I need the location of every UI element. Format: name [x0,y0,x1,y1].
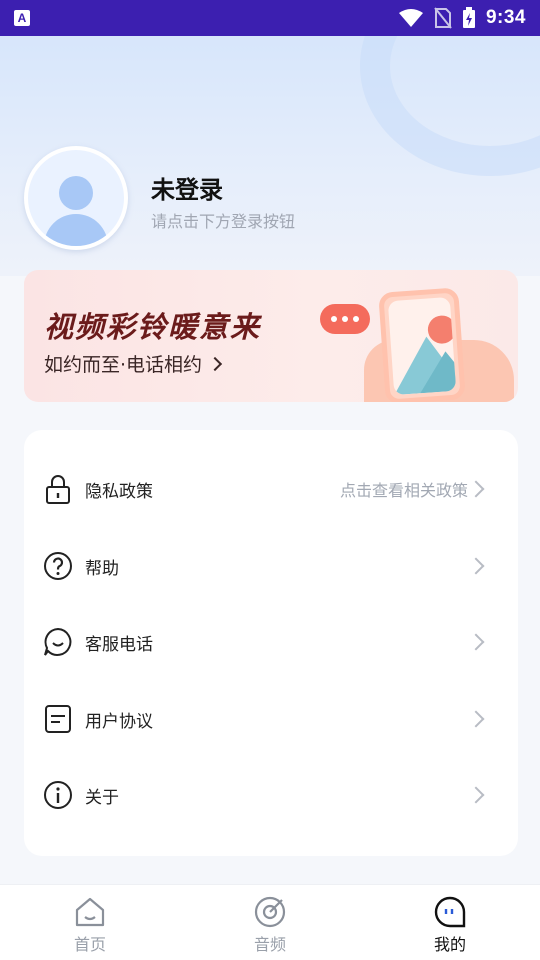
info-icon [44,781,72,809]
nav-tab-mine[interactable]: 我的 [390,891,510,957]
menu-item-label: 用户协议 [85,711,153,732]
avatar[interactable] [24,146,128,250]
profile-bubble-icon [434,896,466,928]
menu-item-label: 客服电话 [85,634,153,655]
nav-tab-label: 首页 [73,935,106,954]
app-notification-icon: A [14,10,30,26]
battery-charging-icon [462,7,475,28]
login-status-title[interactable]: 未登录 [151,170,223,205]
bottom-navigation: 首页 音频 我的 [0,884,540,960]
profile-header: 未登录 请点击下方登录按钮 [0,36,540,276]
lock-icon [46,475,70,504]
home-icon [75,897,105,927]
menu-item-label: 帮助 [85,558,119,579]
login-hint: 请点击下方登录按钮 [151,212,296,231]
chevron-right-icon [467,480,485,498]
no-sim-icon [434,7,452,29]
document-icon [45,705,71,733]
chevron-right-icon [467,786,485,804]
header-decoration [360,36,540,176]
question-icon [44,552,72,580]
chevron-right-icon [467,633,485,651]
menu-item-hint: 点击查看相关政策 [339,481,468,500]
chat-icon [44,627,72,656]
menu-item-customer-service[interactable]: 客服电话 [24,604,518,680]
nav-tab-label: 音频 [253,935,286,954]
banner-subtitle: 如约而至·电话相约 [44,354,203,376]
clock: 9:34 [485,7,526,28]
nav-tab-audio[interactable]: 音频 [210,891,330,957]
audio-disc-icon [254,896,286,928]
wifi-icon [398,9,423,27]
nav-tab-home[interactable]: 首页 [30,891,150,957]
menu-item-help[interactable]: 帮助 [24,528,518,604]
status-bar: A 9:34 [0,0,540,36]
chevron-right-icon [467,710,485,728]
avatar-body-shape [44,214,108,246]
menu-item-label: 关于 [85,787,119,808]
chevron-right-icon [207,356,223,371]
phone-illustration [378,287,466,402]
settings-menu: 隐私政策 点击查看相关政策 帮助 客服电话 用户协议 关于 [24,430,518,856]
menu-item-user-agreement[interactable]: 用户协议 [24,681,518,757]
banner-subtitle-link[interactable]: 如约而至·电话相约 [44,350,223,377]
promo-banner[interactable]: 视频彩铃暖意来 如约而至·电话相约 [24,270,518,402]
nav-tab-label: 我的 [433,935,466,954]
menu-item-about[interactable]: 关于 [24,757,518,833]
banner-title: 视频彩铃暖意来 [44,310,262,344]
menu-item-label: 隐私政策 [85,481,153,502]
menu-item-privacy-policy[interactable]: 隐私政策 点击查看相关政策 [24,451,518,527]
chat-bubble-illustration [320,304,370,334]
chevron-right-icon [467,557,485,575]
avatar-head-shape [59,176,93,210]
